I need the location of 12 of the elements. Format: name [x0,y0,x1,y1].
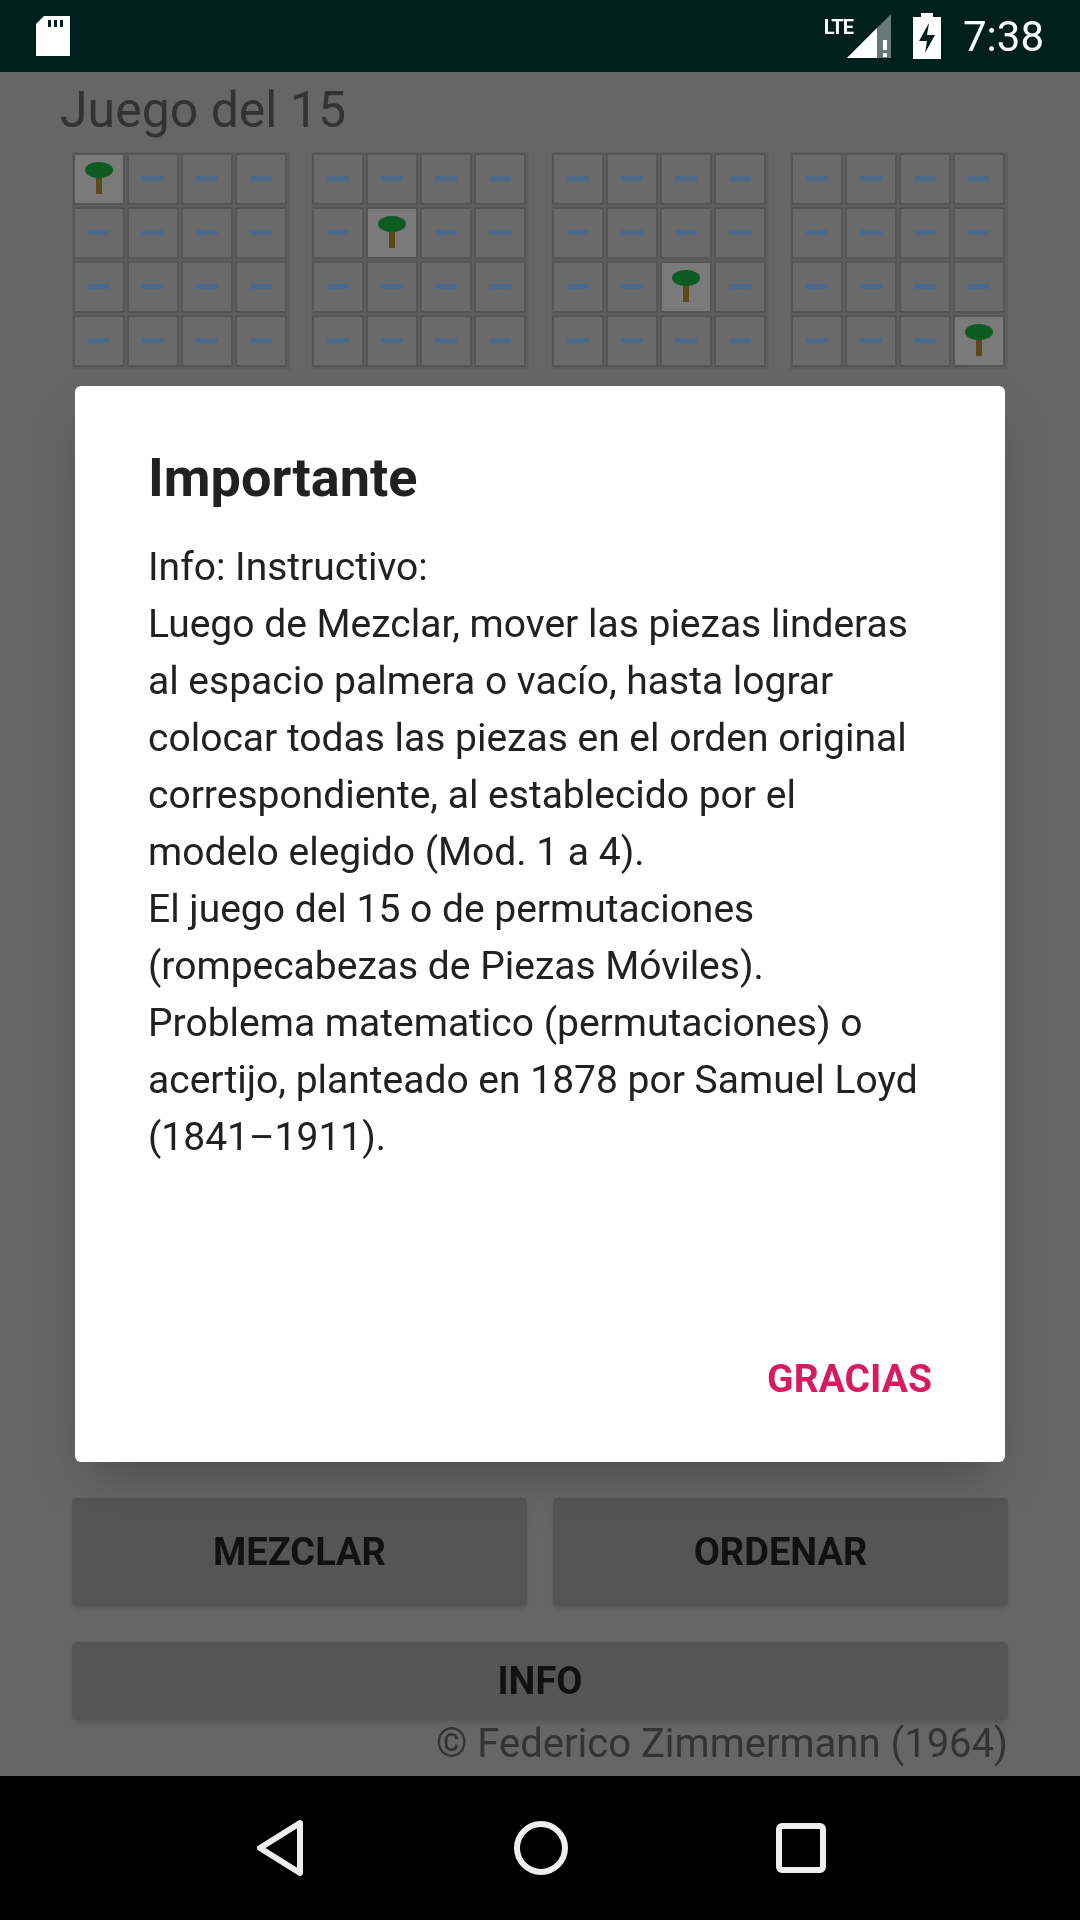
action-button[interactable]: MEZCLAR [72,1498,527,1606]
battery-charging-icon [913,13,941,59]
recents-icon[interactable] [776,1823,827,1873]
thanks-button[interactable]: GRACIAS [753,1339,946,1418]
dialog-message: Info: Instructivo: Luego de Mezclar, mover las piezas linderas al espacio palmera o vacío, hasta lograr colocar todas las piezas en el orden original correspondiente, al establecido por el modelo elegido (Mod. 1 a 4). El juego del 15 o de permutaciones (rompecabezas de Piezas Móviles). Problema matematico (permutaciones) o acertijo, planteado en 1878 por Samuel Loyd (1841–1911). [148,542,919,1162]
home-icon[interactable] [513,1820,569,1876]
info-button[interactable]: INFO [72,1642,1008,1720]
action-button[interactable]: ORDENAR [553,1498,1008,1606]
sd-card-icon [36,16,70,56]
clock: 7:38 [963,10,1044,63]
dialog-title: Importante [148,446,419,511]
network-type: LTE [823,14,853,41]
